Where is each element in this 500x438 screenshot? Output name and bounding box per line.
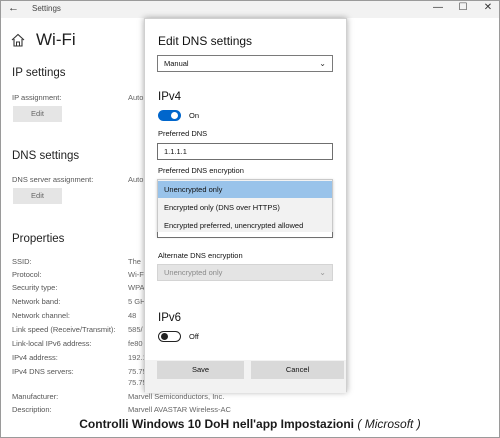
caption-close-paren: ): [413, 417, 421, 431]
preferred-dns-label: Preferred DNS: [158, 129, 208, 138]
alternate-encryption-select: Unencrypted only ⌄: [157, 264, 333, 281]
maximize-icon[interactable]: ☐: [456, 2, 470, 13]
save-button[interactable]: Save: [157, 361, 244, 379]
property-label: Link speed (Receive/Transmit):: [12, 325, 116, 334]
close-icon[interactable]: ✕: [481, 2, 495, 13]
cancel-button[interactable]: Cancel: [251, 361, 344, 379]
property-value: 48: [128, 311, 137, 320]
chevron-down-icon: ⌄: [319, 268, 326, 277]
screenshot-frame: ← Settings — ☐ ✕ Wi-Fi IP settings IP as…: [0, 0, 500, 438]
home-icon[interactable]: [11, 33, 25, 47]
property-label: Security type:: [12, 283, 58, 292]
toggle-knob: [171, 112, 178, 119]
ipv4-toggle-label: On: [189, 111, 200, 120]
caption-text: Controlli Windows 10 DoH nell'app Impost…: [79, 417, 355, 431]
ipv6-toggle-label: Off: [189, 332, 199, 341]
encryption-option[interactable]: Unencrypted only: [158, 181, 332, 198]
property-value: fe80: [128, 339, 143, 348]
dns-settings-heading: DNS settings: [12, 150, 80, 162]
edit-dns-dialog: Edit DNS settings Manual ⌄ IPv4 On Prefe…: [144, 18, 347, 393]
property-label: Network channel:: [12, 311, 70, 320]
ip-edit-button[interactable]: Edit: [13, 106, 62, 122]
dns-assignment-value: Auto: [128, 175, 144, 184]
ipv4-toggle[interactable]: [158, 110, 181, 121]
caption-source: Microsoft: [364, 417, 414, 431]
page-title: Wi-Fi: [36, 30, 76, 49]
dns-mode-select[interactable]: Manual ⌄: [157, 55, 333, 72]
caption-open-paren: (: [354, 417, 365, 431]
dialog-button-row: Save Cancel: [145, 360, 346, 393]
encryption-dropdown-list: Unencrypted only Encrypted only (DNS ove…: [157, 179, 333, 236]
properties-heading: Properties: [12, 233, 65, 245]
title-bar: ← Settings — ☐ ✕: [1, 1, 499, 18]
ip-assignment-label: IP assignment:: [12, 93, 62, 102]
ipv4-heading: IPv4: [158, 91, 182, 103]
chevron-down-icon: ⌄: [319, 59, 326, 68]
property-value: 5 GH: [128, 297, 146, 306]
toggle-knob: [161, 333, 168, 340]
encryption-option[interactable]: Encrypted only (DNS over HTTPS): [158, 199, 332, 216]
dns-assignment-label: DNS server assignment:: [12, 175, 94, 184]
property-label: SSID:: [12, 257, 32, 266]
property-value: Wi-F: [128, 270, 144, 279]
property-label: IPv4 DNS servers:: [12, 367, 74, 376]
property-label: Link-local IPv6 address:: [12, 339, 92, 348]
alternate-dns-input[interactable]: [157, 232, 333, 238]
alternate-encryption-label: Alternate DNS encryption: [158, 251, 243, 260]
property-label: IPv4 address:: [12, 353, 58, 362]
minimize-icon[interactable]: —: [431, 2, 445, 13]
dns-mode-value: Manual: [164, 59, 189, 68]
property-value: WPA: [128, 283, 145, 292]
ip-assignment-value: Auto: [128, 93, 144, 102]
property-value: The: [128, 257, 141, 266]
image-caption: Controlli Windows 10 DoH nell'app Impost…: [1, 412, 499, 437]
preferred-encryption-label: Preferred DNS encryption: [158, 166, 244, 175]
dns-edit-button[interactable]: Edit: [13, 188, 62, 204]
preferred-dns-input[interactable]: 1.1.1.1: [157, 143, 333, 160]
ipv6-heading: IPv6: [158, 312, 182, 324]
property-label: Manufacturer:: [12, 392, 59, 401]
back-arrow-icon[interactable]: ←: [8, 2, 19, 14]
property-label: Network band:: [12, 297, 61, 306]
dialog-title: Edit DNS settings: [158, 34, 253, 48]
property-value: Marvell Semiconductors, Inc.: [128, 392, 225, 401]
alternate-encryption-value: Unencrypted only: [164, 268, 223, 277]
window-title: Settings: [32, 4, 61, 13]
property-label: Protocol:: [12, 270, 42, 279]
ipv6-toggle[interactable]: [158, 331, 181, 342]
ip-settings-heading: IP settings: [12, 67, 66, 79]
property-value: 585/: [128, 325, 143, 334]
